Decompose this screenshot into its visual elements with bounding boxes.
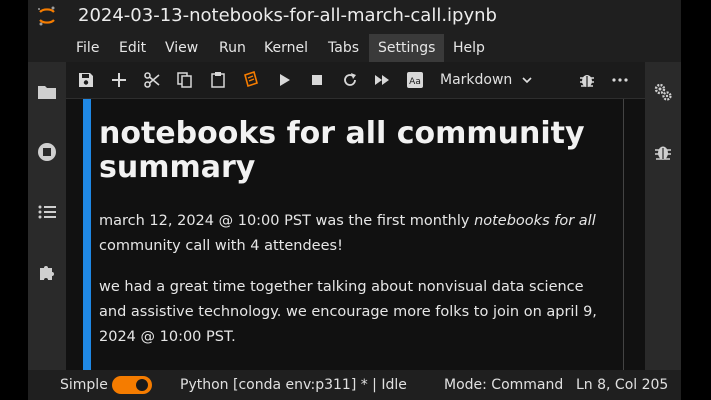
menu-help[interactable]: Help: [444, 34, 494, 62]
menu-tabs[interactable]: Tabs: [319, 34, 368, 62]
right-sidebar: [645, 62, 681, 370]
more-icon[interactable]: [611, 71, 629, 89]
menu-settings[interactable]: Settings: [369, 34, 445, 62]
notebook-panel: Aa Markdown notebooks for all community …: [66, 62, 645, 370]
status-bar: Simple Python [conda env:p311] * | Idle …: [28, 370, 681, 400]
paragraph-1-text-a: march 12, 2024 @ 10:00 PST was the first…: [99, 213, 475, 229]
simple-mode-toggle[interactable]: [112, 376, 152, 394]
editor-mode: Mode: Command: [444, 377, 564, 393]
restart-icon[interactable]: [341, 71, 359, 89]
svg-text:Aa: Aa: [409, 77, 421, 87]
simple-mode-label: Simple: [60, 377, 108, 393]
cell-type-value: Markdown: [440, 72, 513, 88]
menu-bar: File Edit View Run Kernel Tabs Settings …: [28, 34, 681, 62]
copy-icon[interactable]: [176, 71, 194, 89]
markdown-cell[interactable]: notebooks for all community summary marc…: [83, 99, 623, 370]
notebook-content: notebooks for all community summary marc…: [66, 99, 645, 370]
menu-run[interactable]: Run: [210, 34, 255, 62]
menu-view[interactable]: View: [156, 34, 207, 62]
jupyter-logo-icon: [38, 6, 55, 26]
notebook-heading: notebooks for all community summary: [99, 116, 585, 185]
property-gears-icon[interactable]: [653, 82, 673, 102]
menu-file[interactable]: File: [67, 34, 108, 62]
paragraph-1-emphasis: notebooks for all: [474, 213, 596, 229]
notebook-toolbar: Aa Markdown: [66, 62, 645, 99]
folder-icon[interactable]: [37, 82, 57, 102]
run-icon[interactable]: [275, 71, 293, 89]
title-bar: 2024-03-13-notebooks-for-all-march-call.…: [28, 0, 681, 34]
menu-edit[interactable]: Edit: [110, 34, 155, 62]
cut-icon[interactable]: [143, 71, 161, 89]
text-style-icon[interactable]: Aa: [406, 71, 424, 89]
cursor-position[interactable]: Ln 8, Col 205: [576, 376, 668, 394]
scrollbar-track[interactable]: [623, 99, 624, 370]
kernel-status[interactable]: Python [conda env:p311] * | Idle: [180, 376, 407, 394]
paragraph-2: we had a great time together talking abo…: [99, 279, 597, 345]
debugger-icon[interactable]: [653, 142, 673, 162]
stop-icon[interactable]: [308, 71, 326, 89]
add-cell-icon[interactable]: [110, 71, 128, 89]
list-icon[interactable]: [37, 202, 57, 222]
chevron-down-icon: [522, 77, 532, 84]
running-icon[interactable]: [37, 142, 57, 162]
paste-icon[interactable]: [209, 71, 227, 89]
paragraph-1-text-b: community call with 4 attendees!: [99, 238, 343, 254]
cell-type-dropdown[interactable]: Markdown: [440, 70, 533, 90]
left-sidebar: [28, 62, 66, 370]
bug-icon[interactable]: [578, 71, 596, 89]
active-cell-indicator: [83, 99, 91, 370]
paragraph-1: march 12, 2024 @ 10:00 PST was the first…: [99, 209, 614, 259]
save-icon[interactable]: [77, 71, 95, 89]
menu-kernel[interactable]: Kernel: [255, 34, 317, 62]
fast-forward-icon[interactable]: [373, 71, 391, 89]
jupyterlab-window: 2024-03-13-notebooks-for-all-march-call.…: [28, 0, 681, 400]
document-title: 2024-03-13-notebooks-for-all-march-call.…: [78, 5, 497, 26]
toggle-knob: [136, 379, 148, 391]
render-icon[interactable]: [242, 71, 260, 89]
extension-icon[interactable]: [37, 262, 57, 282]
